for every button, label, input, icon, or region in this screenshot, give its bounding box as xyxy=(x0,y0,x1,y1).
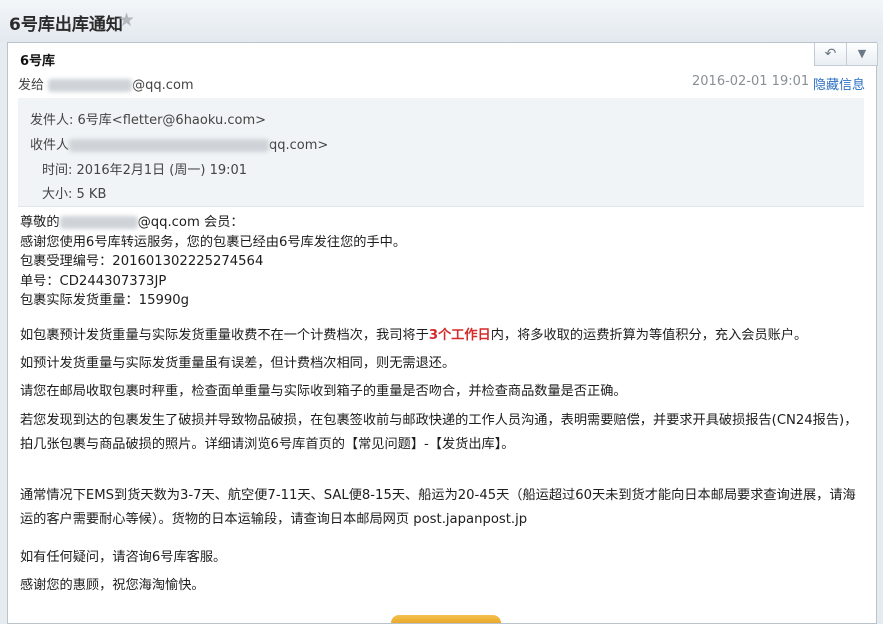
weight-line: 包裹实际发货重量：15990g xyxy=(20,293,190,308)
from-value: 6号库<fletter@6haoku.com> xyxy=(77,113,267,128)
contact-paragraph: 如有任何疑问，请咨询6号库客服。 xyxy=(20,549,227,565)
sendto-email-suffix: @qq.com xyxy=(132,78,194,93)
weigh-check-paragraph: 请您在邮局收取包裹时秤重，检查面单重量与实际收到箱子的重量是否吻合，并检查商品数… xyxy=(20,383,627,399)
mail-body: 尊敬的 @qq.com 会员： 感谢您使用6号库转运服务，您的包裹已经由6号库发往… xyxy=(20,213,865,603)
refund-highlight: 3个工作日 xyxy=(428,327,491,343)
redacted-member xyxy=(59,215,138,229)
more-actions-button[interactable]: ▼ xyxy=(847,43,877,65)
to-row: 收件人 qq.com> xyxy=(30,134,328,153)
from-label: 发件人: xyxy=(30,113,74,128)
refund-text-end: 内，将多收取的运费折算为等值积分，充入会员账户。 xyxy=(490,327,808,343)
damage-paragraph: 若您发现到达的包裹发生了破损并导致物品破损，在包裹签收前与邮政快递的工作人员沟通… xyxy=(20,412,858,452)
closing-paragraph: 感谢您的惠顾，祝您海淘愉快。 xyxy=(20,577,205,593)
star-icon[interactable]: ★ xyxy=(118,9,135,31)
hide-info-link[interactable]: 隐藏信息 xyxy=(813,74,865,93)
from-row: 发件人: 6号库<fletter@6haoku.com> xyxy=(30,109,266,128)
order-number-line: 包裹受理编号：201601302225274564 xyxy=(20,254,264,269)
time-label: 时间: xyxy=(42,163,73,178)
redacted-recipient xyxy=(69,139,270,152)
mail-date: 2016-02-01 19:01 xyxy=(692,74,810,89)
to-value-suffix: qq.com> xyxy=(269,138,329,153)
reply-button[interactable]: ↶ xyxy=(815,43,847,65)
sendto-label: 发给 xyxy=(18,78,45,93)
size-label: 大小: xyxy=(42,187,73,202)
tracking-number-line: 单号：CD244307373JP xyxy=(20,273,167,289)
greeting-prefix: 尊敬的 xyxy=(20,215,60,230)
greeting-line: 尊敬的 @qq.com 会员： xyxy=(20,213,865,233)
reply-icon: ↶ xyxy=(824,46,837,62)
refund-paragraph: 如包裹预计发货重量与实际发货重量收费不在一个计费档次，我司将于3个工作日内，将多… xyxy=(20,325,865,346)
action-button-group: ↶ ▼ xyxy=(814,43,878,66)
time-value: 2016年2月1日 (周一) 19:01 xyxy=(76,163,248,178)
refund-text-start: 如包裹预计发货重量与实际发货重量收费不在一个计费档次，我司将于 xyxy=(20,327,429,343)
to-label: 收件人 xyxy=(30,138,70,153)
no-refund-paragraph: 如预计发货重量与实际发货重量虽有误差，但计费档次相同，则无需退还。 xyxy=(20,355,456,371)
size-row: 大小: 5 KB xyxy=(42,183,106,202)
details-panel: 发件人: 6号库<fletter@6haoku.com> 收件人 qq.com> … xyxy=(18,98,864,207)
mail-panel: ↶ ▼ 6号库 发给 @qq.com 2016-02-01 19:01 隐藏信息… xyxy=(7,42,878,624)
time-row: 时间: 2016年2月1日 (周一) 19:01 xyxy=(42,159,247,178)
sender-name: 6号库 xyxy=(20,54,56,69)
chevron-down-icon: ▼ xyxy=(857,47,867,60)
footer-banner-edge xyxy=(391,615,501,623)
thanks-line: 感谢您使用6号库转运服务，您的包裹已经由6号库发往您的手中。 xyxy=(20,234,407,250)
size-value: 5 KB xyxy=(76,187,107,202)
mail-subject: 6号库出库通知 xyxy=(9,15,123,35)
title-bar: 6号库出库通知 ★ xyxy=(0,0,883,42)
delivery-time-paragraph: 通常情况下EMS到货天数为3-7天、航空便7-11天、SAL便8-15天、船运为… xyxy=(20,487,856,527)
redacted-email xyxy=(48,79,133,92)
sendto-row: 发给 @qq.com xyxy=(18,74,194,93)
greeting-suffix: @qq.com 会员： xyxy=(137,215,244,230)
